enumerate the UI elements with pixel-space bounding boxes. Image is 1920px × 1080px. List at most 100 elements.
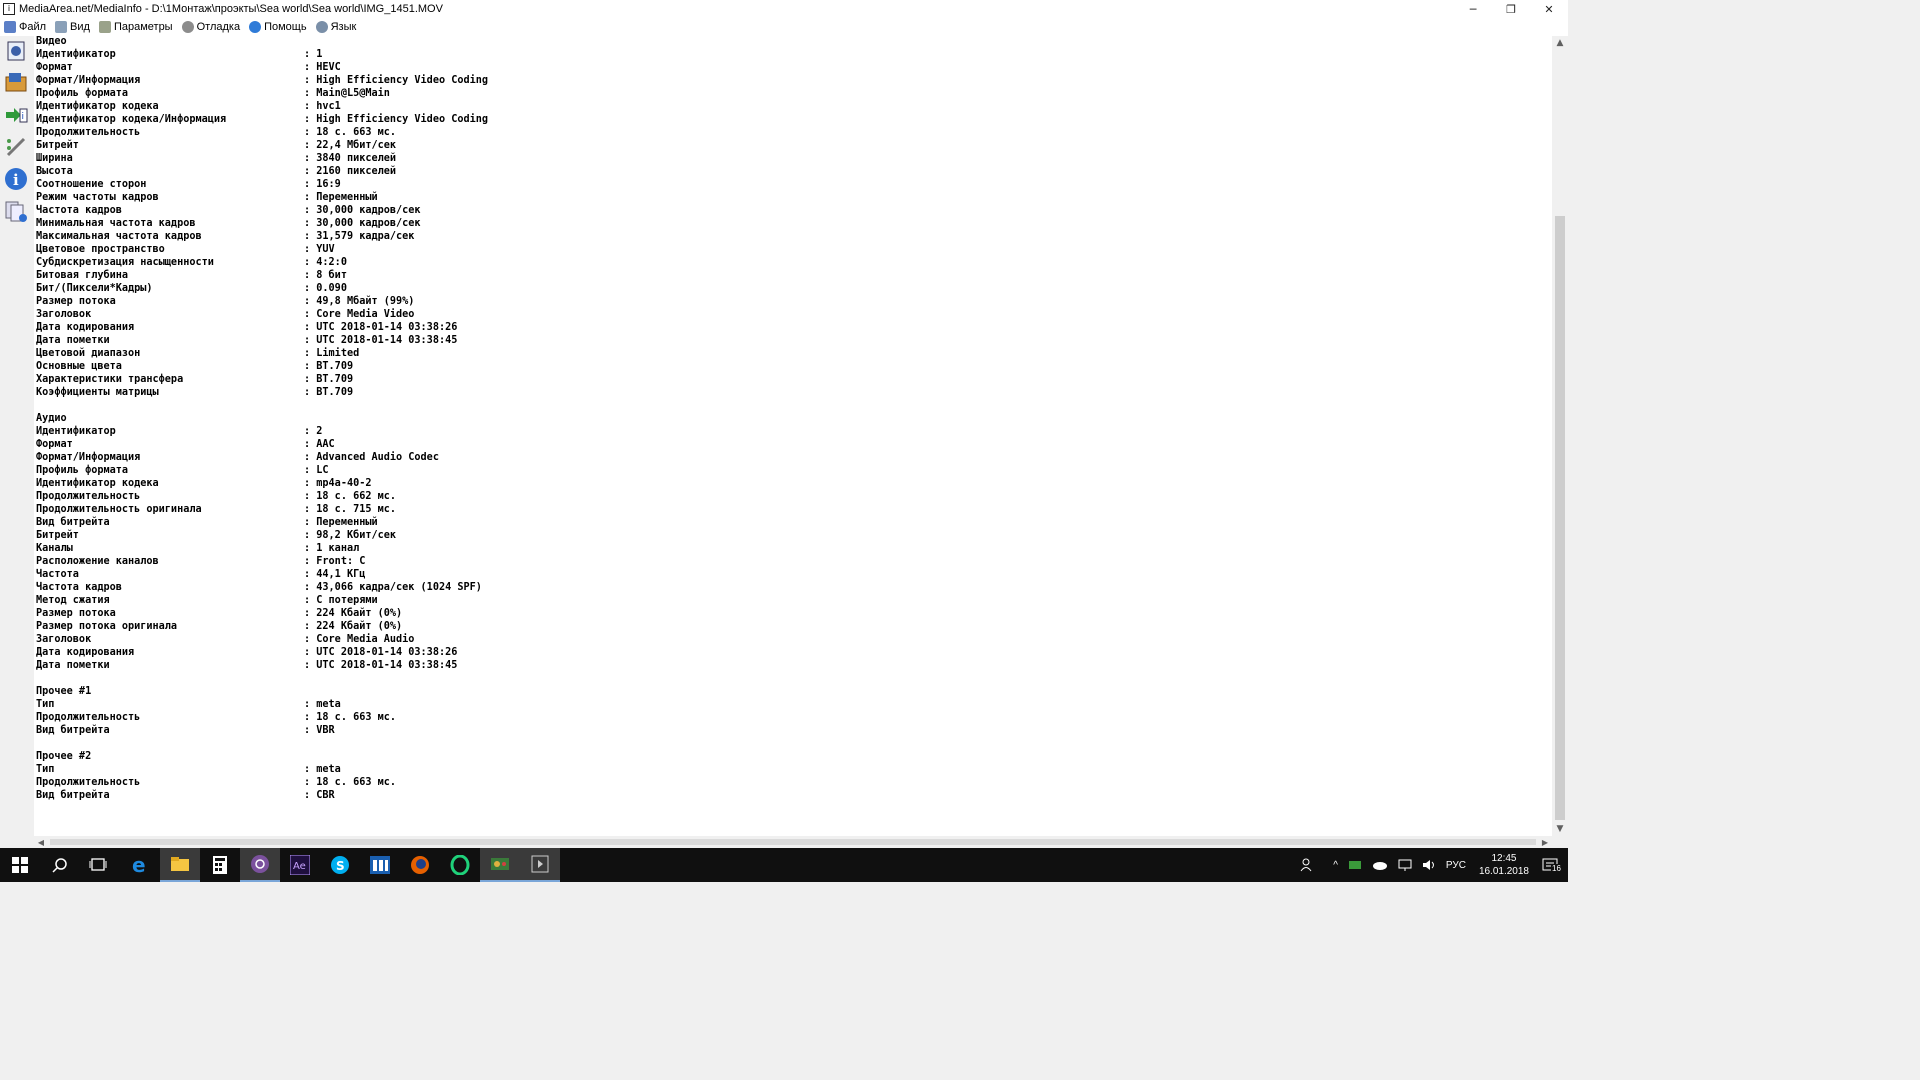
- opera-icon: [450, 855, 470, 875]
- field-label: Битовая глубина: [36, 270, 129, 281]
- people-button[interactable]: [1300, 858, 1314, 872]
- open-folder-icon: [5, 73, 27, 92]
- report-row: Размер потока оригинала: 224 Кбайт (0%): [36, 620, 1552, 633]
- clock[interactable]: 12:45 16.01.2018: [1479, 852, 1529, 878]
- report-row: Размер потока: 224 Кбайт (0%): [36, 607, 1552, 620]
- security-tray-button[interactable]: [1348, 859, 1362, 871]
- show-hidden-icons-button[interactable]: ^: [1333, 860, 1338, 871]
- scroll-up-arrow-icon[interactable]: ▲: [1552, 36, 1568, 50]
- onedrive-button[interactable]: [1372, 860, 1388, 870]
- field-value: 18 с. 663 мс.: [316, 127, 397, 138]
- horizontal-scroll-thumb[interactable]: [50, 839, 1536, 845]
- action-center-button[interactable]: 16: [1542, 857, 1562, 873]
- field-value: 8 бит: [316, 270, 347, 281]
- menu-view[interactable]: Вид: [51, 18, 95, 36]
- vertical-scroll-thumb[interactable]: [1555, 216, 1565, 820]
- report-row: Битрейт: 22,4 Мбит/сек: [36, 139, 1552, 152]
- open-folder-button[interactable]: [3, 69, 29, 95]
- taskbar-explorer[interactable]: [160, 848, 200, 882]
- search-button[interactable]: [40, 848, 80, 882]
- menu-options[interactable]: Параметры: [95, 18, 178, 36]
- field-separator: :: [304, 439, 317, 450]
- edge-icon: e: [132, 855, 146, 875]
- field-value: 18 с. 663 мс.: [316, 712, 397, 723]
- taskbar-edge[interactable]: e: [120, 848, 160, 882]
- network-button[interactable]: [1398, 859, 1412, 871]
- field-value: BT.709: [316, 374, 354, 385]
- export-button[interactable]: i: [3, 102, 29, 128]
- field-separator: :: [304, 231, 317, 242]
- taskbar-opera[interactable]: [440, 848, 480, 882]
- field-value: 18 с. 662 мс.: [316, 491, 397, 502]
- taskbar-after-effects[interactable]: Ae: [280, 848, 320, 882]
- volume-button[interactable]: [1422, 859, 1436, 871]
- menu-file[interactable]: Файл: [0, 18, 51, 36]
- scroll-right-arrow-icon[interactable]: ▶: [1538, 836, 1552, 848]
- horizontal-scrollbar[interactable]: ◀ ▶: [34, 836, 1552, 848]
- taskbar-mediainfo[interactable]: [520, 848, 560, 882]
- field-label: Продолжительность: [36, 712, 141, 723]
- field-label: Метод сжатия: [36, 595, 110, 606]
- field-separator: :: [304, 244, 317, 255]
- language-indicator[interactable]: РУС: [1446, 860, 1466, 871]
- field-label: Каналы: [36, 543, 73, 554]
- minimize-button[interactable]: ─: [1454, 0, 1492, 18]
- field-separator: :: [304, 777, 317, 788]
- field-value: Core Media Audio: [316, 634, 415, 645]
- field-label: Соотношение сторон: [36, 179, 147, 190]
- report-row: Дата пометки: UTC 2018-01-14 03:38:45: [36, 334, 1552, 347]
- notification-count: 16: [1551, 864, 1562, 873]
- field-separator: :: [304, 569, 317, 580]
- field-separator: :: [304, 114, 317, 125]
- settings-button[interactable]: [3, 134, 29, 160]
- chevron-up-icon: ^: [1333, 859, 1338, 871]
- report-row: Продолжительность: 18 с. 663 мс.: [36, 776, 1552, 789]
- taskbar-firefox[interactable]: [400, 848, 440, 882]
- field-value: UTC 2018-01-14 03:38:26: [316, 322, 458, 333]
- taskbar-calculator[interactable]: [200, 848, 240, 882]
- field-label: Битрейт: [36, 530, 79, 541]
- menu-language[interactable]: Язык: [312, 18, 362, 36]
- field-value: 1 канал: [316, 543, 360, 554]
- field-separator: :: [304, 634, 317, 645]
- taskbar-skype[interactable]: S: [320, 848, 360, 882]
- field-separator: :: [304, 725, 317, 736]
- report-view[interactable]: Видео Идентификатор: 1 Формат: HEVC Формат/…: [34, 36, 1552, 836]
- field-label: Заголовок: [36, 634, 92, 645]
- scroll-down-arrow-icon[interactable]: ▼: [1552, 822, 1568, 836]
- restore-button[interactable]: ❐: [1492, 0, 1530, 18]
- options-icon: [98, 21, 111, 33]
- field-label: Заголовок: [36, 309, 92, 320]
- report-row: Минимальная частота кадров: 30,000 кадро…: [36, 217, 1552, 230]
- report-row: Тип: meta: [36, 763, 1552, 776]
- knowledge-button[interactable]: [3, 198, 29, 224]
- report-row: Субдискретизация насыщенности: 4:2:0: [36, 256, 1552, 269]
- field-separator: :: [304, 335, 317, 346]
- task-view-button[interactable]: [78, 848, 118, 882]
- taskbar-viber[interactable]: [240, 848, 280, 882]
- vertical-scrollbar[interactable]: ▲ ▼: [1552, 36, 1568, 836]
- close-button[interactable]: ✕: [1530, 0, 1568, 18]
- field-label: Характеристики трансфера: [36, 374, 184, 385]
- open-file-button[interactable]: [3, 38, 29, 64]
- report-row: Соотношение сторон: 16:9: [36, 178, 1552, 191]
- menu-help[interactable]: Помощь: [245, 18, 312, 36]
- field-separator: :: [304, 75, 317, 86]
- report-row: Метод сжатия: С потерями: [36, 594, 1552, 607]
- field-label: Идентификатор кодека/Информация: [36, 114, 227, 125]
- menu-debug[interactable]: Отладка: [178, 18, 245, 36]
- field-separator: :: [304, 270, 317, 281]
- field-label: Максимальная частота кадров: [36, 231, 202, 242]
- about-button[interactable]: i: [3, 166, 29, 192]
- scroll-left-arrow-icon[interactable]: ◀: [34, 836, 48, 848]
- field-separator: :: [304, 452, 317, 463]
- menu-language-label: Язык: [330, 21, 357, 33]
- field-value: HEVC: [316, 62, 341, 73]
- taskbar-game[interactable]: [480, 848, 520, 882]
- field-value: 30,000 кадров/сек: [316, 205, 421, 216]
- field-value: UTC 2018-01-14 03:38:26: [316, 647, 458, 658]
- field-value: Advanced Audio Codec: [316, 452, 439, 463]
- start-button[interactable]: [0, 848, 40, 882]
- taskbar-app-window[interactable]: [360, 848, 400, 882]
- view-icon: [55, 21, 68, 33]
